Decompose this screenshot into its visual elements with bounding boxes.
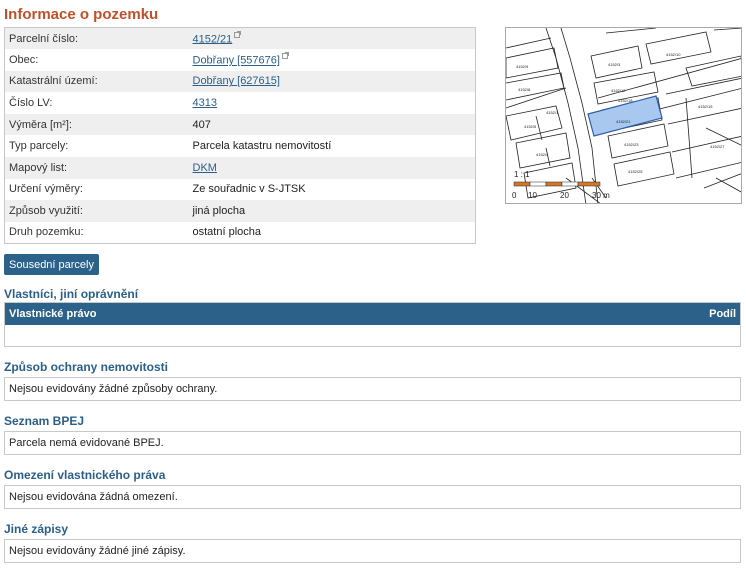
neighbor-parcels-button[interactable]: Sousední parcely [4,254,99,275]
map-scale-tick: 20 [560,191,569,200]
parcel-info-value-cell: Parcela katastru nemovitostí [188,135,476,158]
parcel-info-label: Číslo LV: [4,92,189,114]
parcel-info-value: Parcela katastru nemovitostí [192,140,332,153]
restrictions-text: Nejsou evidována žádná omezení. [9,491,178,503]
restrictions-section-title: Omezení vlastnického práva [4,468,166,482]
svg-text:4152/18: 4152/18 [618,98,633,103]
parcel-info-row: Výměra [m²]: 407 [4,113,476,136]
restrictions-note: Nejsou evidována žádná omezení. [4,485,741,509]
bpej-text: Parcela nemá evidované BPEJ. [9,437,164,449]
map-scale-ratio: 1 : 1 [514,170,530,179]
owners-table: Vlastnické právo Podíl [4,302,741,347]
svg-text:4152/12: 4152/12 [611,88,626,93]
parcel-info-row: Určení výměry: Ze souřadnic v S-JTSK [4,178,476,201]
parcel-info-label: Parcelní číslo: [4,27,189,50]
svg-text:4152/4: 4152/4 [536,152,549,157]
parcel-info-value: Ze souřadnic v S-JTSK [192,183,306,196]
page-title: Informace o pozemku [4,6,159,23]
parcel-info-value-cell: ostatní plocha [188,221,476,244]
parcel-info-value-cell: 407 [188,113,476,136]
parcel-info-label: Obec: [4,49,189,71]
owners-col-share: Podíl [709,308,736,320]
parcel-info-row: Obec: Dobřany [557676] [4,49,476,71]
parcel-info-value-cell: 4152/21 [188,27,476,50]
parcel-info-value: 407 [192,118,211,131]
map-scale-tick: 0 [512,191,517,200]
parcel-info-link[interactable]: 4313 [193,97,217,109]
bpej-note: Parcela nemá evidované BPEJ. [4,431,741,455]
svg-text:4152/1: 4152/1 [546,110,559,115]
parcel-info-label: Typ parcely: [4,135,189,158]
parcel-info-label: Mapový list: [4,157,189,179]
parcel-info-label: Výměra [m²]: [4,113,189,136]
parcel-info-row: Číslo LV: 4313 [4,92,476,114]
parcel-info-table: Parcelní číslo: 4152/21 Obec: Dobřany [5576… [4,27,476,244]
owners-table-header: Vlastnické právo Podíl [5,303,740,325]
svg-text:4152/21: 4152/21 [616,119,631,124]
parcel-info-value-cell: Dobřany [627615] [188,70,476,93]
parcel-info-label: Katastrální území: [4,70,189,93]
bpej-section-title: Seznam BPEJ [4,414,85,428]
parcel-info-value-cell: Dobřany [557676] [188,49,476,71]
external-link-icon[interactable] [281,52,289,60]
other-records-note: Nejsou evidovány žádné jiné zápisy. [4,539,741,563]
svg-text:4152/3: 4152/3 [608,62,621,67]
parcel-info-link[interactable]: Dobřany [627615] [193,75,280,87]
external-link-icon[interactable] [234,30,242,38]
owners-section-title: Vlastníci, jiní oprávnění [4,287,139,301]
parcel-info-link[interactable]: Dobřany [557676] [193,55,280,67]
parcel-info-link[interactable]: 4152/21 [193,33,233,45]
map-scale-tick: 30 m [592,191,610,200]
parcel-info-value: ostatní plocha [192,226,262,239]
svg-text:4152/15: 4152/15 [698,104,713,109]
protection-text: Nejsou evidovány žádné způsoby ochrany. [9,383,218,395]
parcel-info-row: Typ parcely: Parcela katastru nemovitostí [4,135,476,158]
parcel-info-row: Způsob využití: jiná plocha [4,200,476,222]
parcel-info-row: Mapový list: DKM [4,157,476,179]
parcel-info-row: Druh pozemku: ostatní plocha [4,221,476,244]
parcel-info-label: Druh pozemku: [4,221,189,244]
parcel-info-value-cell: DKM [188,157,476,179]
parcel-info-value-cell: Ze souřadnic v S-JTSK [188,178,476,201]
cadastral-map-drawing: 4152/94152/8 4152/54152/4 4152/34152/10 … [506,28,741,203]
parcel-info-row: Parcelní číslo: 4152/21 [4,27,476,50]
parcel-info-value: jiná plocha [192,205,246,218]
svg-text:4152/27: 4152/27 [710,144,725,149]
parcel-info-label: Určení výměry: [4,178,189,201]
other-records-text: Nejsou evidovány žádné jiné zápisy. [9,545,186,557]
parcel-info-value-cell: jiná plocha [188,200,476,222]
parcel-map[interactable]: 4152/9 4152/8 4152/5 4152/4 4152/3 4152/10 … [505,27,742,204]
svg-text:4152/25: 4152/25 [628,169,643,174]
protection-section-title: Způsob ochrany nemovitosti [4,360,169,374]
svg-text:4152/5: 4152/5 [524,124,537,129]
parcel-info-label: Způsob využití: [4,200,189,222]
parcel-info-link[interactable]: DKM [193,162,217,174]
svg-text:4152/23: 4152/23 [624,142,639,147]
svg-text:4152/8: 4152/8 [518,87,531,92]
protection-note: Nejsou evidovány žádné způsoby ochrany. [4,377,741,401]
svg-text:4152/10: 4152/10 [666,52,681,57]
owners-col-right: Vlastnické právo [9,308,97,320]
parcel-info-value-cell: 4313 [188,92,476,114]
other-records-section-title: Jiné zápisy [4,522,69,536]
parcel-info-row: Katastrální území: Dobřany [627615] [4,70,476,93]
svg-text:4152/9: 4152/9 [516,64,529,69]
map-scale-tick: 10 [528,191,537,200]
